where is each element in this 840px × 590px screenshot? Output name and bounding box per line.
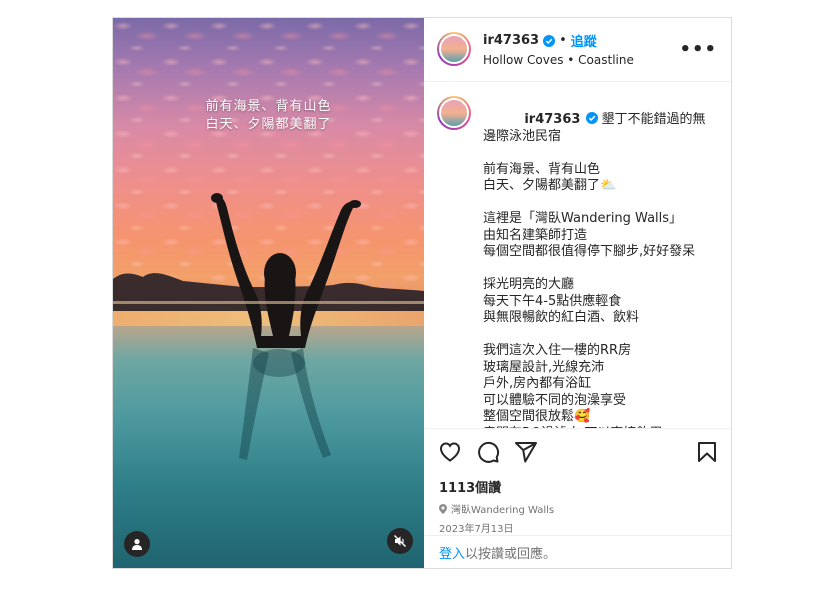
more-options-icon[interactable]: •••	[679, 39, 717, 60]
post-meta: 1113個讚 灣臥Wandering Walls 2023年7月13日	[424, 475, 731, 535]
caption-line: 前有海景、背有山色	[483, 161, 601, 177]
heart-icon[interactable]	[438, 440, 462, 464]
caption-author-avatar[interactable]	[437, 95, 471, 130]
overlay-line-2: 白天、夕陽都美翻了	[205, 117, 332, 132]
verified-icon	[586, 112, 599, 125]
post-side-panel: ir47363 • 追蹤 Hollow Coves • Coastline ••…	[424, 18, 731, 568]
author-username[interactable]: ir47363	[483, 33, 539, 48]
login-prompt: 登入 以按讚或回應。	[424, 535, 731, 568]
caption-username[interactable]: ir47363	[524, 112, 580, 127]
post-header: ir47363 • 追蹤 Hollow Coves • Coastline ••…	[424, 18, 731, 82]
caption-line: 每天下午4-5點供應輕食	[483, 293, 622, 309]
caption-line: 每個空間都很值得停下腳步,好好發呆	[483, 244, 696, 260]
caption-section: ir47363 墾丁不能錯過的無邊際泳池民宿 前有海景、背有山色 白天、夕陽都美翻了…	[424, 82, 731, 430]
login-prompt-text: 以按讚或回應。	[465, 546, 557, 562]
share-icon[interactable]	[514, 440, 538, 464]
action-bar	[424, 429, 731, 475]
post-date[interactable]: 2023年7月13日	[439, 520, 717, 535]
login-link[interactable]: 登入	[439, 543, 465, 562]
overlay-line-1: 前有海景、背有山色	[205, 99, 332, 114]
like-count[interactable]: 1113個讚	[439, 477, 717, 496]
follow-button[interactable]: 追蹤	[571, 31, 597, 50]
place-name: 灣臥Wandering Walls	[451, 505, 555, 517]
place-tag[interactable]: 灣臥Wandering Walls	[439, 501, 717, 516]
post-video[interactable]: 前有海景、背有山色 白天、夕陽都美翻了	[113, 18, 424, 568]
post-card: 前有海景、背有山色 白天、夕陽都美翻了 ir47363 • 追蹤 Hollow …	[112, 17, 732, 569]
caption-line: 與無限暢飲的紅白酒、飲料	[483, 310, 640, 326]
caption-line: 整個空間很放鬆🥰	[483, 409, 591, 425]
audio-location-link[interactable]: Hollow Coves • Coastline	[483, 53, 679, 67]
location-pin-icon	[439, 503, 447, 514]
tagged-users-button[interactable]	[124, 531, 150, 557]
caption-line: 玻璃屋設計,光線充沛	[483, 359, 605, 375]
bookmark-icon[interactable]	[695, 440, 719, 464]
comment-icon[interactable]	[476, 440, 500, 464]
video-overlay-text: 前有海景、背有山色 白天、夕陽都美翻了	[113, 98, 424, 134]
mute-icon	[394, 535, 406, 547]
mute-toggle-button[interactable]	[387, 528, 413, 554]
caption-line: 可以體驗不同的泡澡享受	[483, 392, 627, 408]
caption-line: 我們這次入住一樓的RR房	[483, 343, 632, 359]
user-tag-icon	[132, 539, 142, 550]
caption-line: 戶外,房內都有浴缸	[483, 376, 592, 392]
verified-icon	[543, 34, 556, 47]
author-avatar[interactable]	[437, 32, 471, 67]
caption-line: 採光明亮的大廳	[483, 277, 575, 293]
caption-line: 白天、夕陽都美翻了⛅	[483, 178, 617, 194]
caption-line: 由知名建築師打造	[483, 227, 588, 243]
caption-text: ir47363 墾丁不能錯過的無邊際泳池民宿 前有海景、背有山色 白天、夕陽都美翻了…	[483, 96, 715, 428]
caption-line: 這裡是「灣臥Wandering Walls」	[483, 211, 683, 227]
